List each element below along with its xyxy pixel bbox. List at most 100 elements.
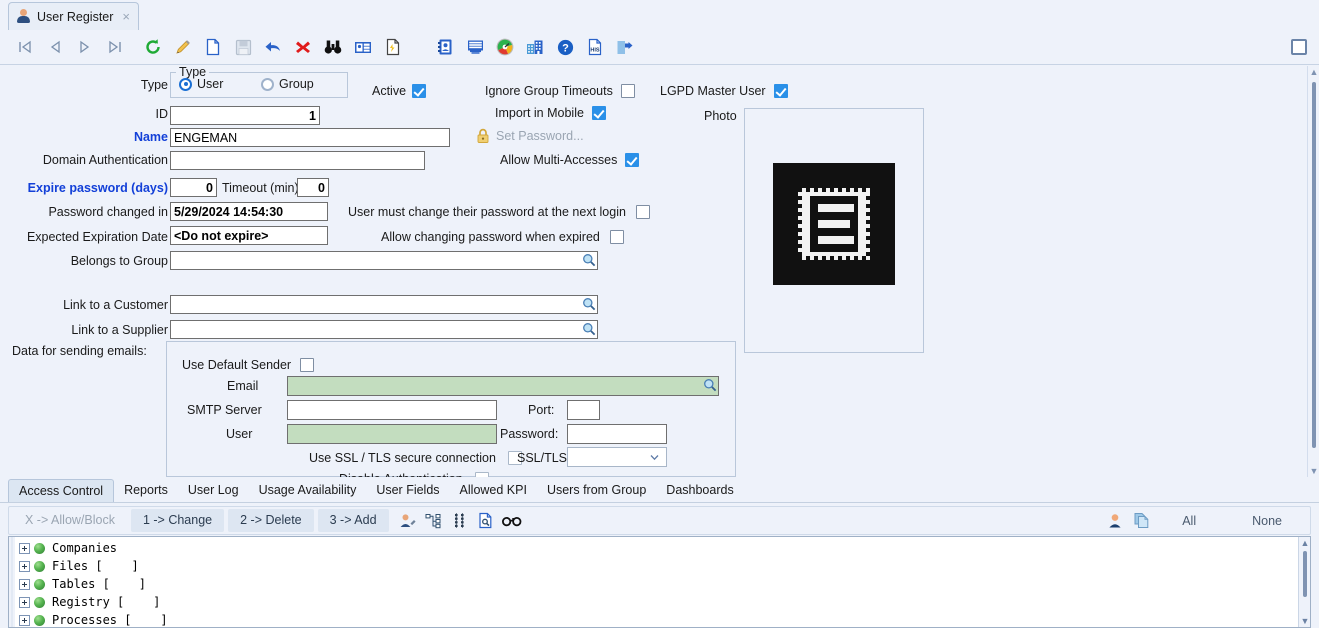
select-none-button[interactable]: None xyxy=(1224,514,1310,528)
link-to-customer-field[interactable] xyxy=(170,295,598,314)
radio-group-indicator[interactable] xyxy=(261,77,274,91)
tab-reports[interactable]: Reports xyxy=(114,479,178,502)
domain-authentication-input[interactable] xyxy=(170,151,425,170)
advanced-search-icon[interactable] xyxy=(348,32,378,62)
undo-icon[interactable] xyxy=(258,32,288,62)
scroll-down-icon[interactable]: ▼ xyxy=(1300,616,1310,626)
document-search-icon[interactable] xyxy=(473,509,499,533)
chevron-down-icon[interactable] xyxy=(650,453,659,462)
tab-user-register[interactable]: User Register × xyxy=(8,2,140,30)
copy-icon[interactable] xyxy=(1128,509,1154,533)
history-icon[interactable]: HIS xyxy=(580,32,610,62)
search-icon[interactable] xyxy=(582,297,596,311)
smtp-server-input[interactable] xyxy=(287,400,497,420)
must-change-password-field[interactable]: User must change their password at the n… xyxy=(348,205,650,219)
find-binoculars-icon[interactable] xyxy=(318,32,348,62)
ignore-group-timeouts-field[interactable]: Ignore Group Timeouts xyxy=(485,84,635,98)
expand-icon[interactable] xyxy=(19,596,30,608)
select-all-button[interactable]: All xyxy=(1154,514,1224,528)
columns-icon[interactable] xyxy=(447,509,473,533)
active-field[interactable]: Active xyxy=(372,84,427,98)
belongs-to-group-field[interactable] xyxy=(170,251,598,270)
gauge-icon[interactable] xyxy=(490,32,520,62)
link-to-supplier-field[interactable] xyxy=(170,320,598,339)
scroll-thumb[interactable] xyxy=(1312,82,1316,448)
tree-scrollbar[interactable]: ▲ ▼ xyxy=(1298,537,1310,627)
active-checkbox[interactable] xyxy=(412,84,427,98)
search-icon[interactable] xyxy=(582,253,596,267)
email-field[interactable] xyxy=(287,376,719,396)
disable-authentication-checkbox[interactable] xyxy=(474,472,489,477)
form-scrollbar[interactable]: ▲ ▼ xyxy=(1307,66,1319,477)
tree-item[interactable]: Processes [ ] xyxy=(9,611,1310,627)
tab-user-fields[interactable]: User Fields xyxy=(366,479,449,502)
expand-icon[interactable] xyxy=(19,542,30,554)
expected-expiration-input[interactable] xyxy=(170,226,328,245)
contacts-icon[interactable] xyxy=(430,32,460,62)
add-button[interactable]: 3 -> Add xyxy=(317,509,389,532)
first-record-icon[interactable] xyxy=(10,32,40,62)
expire-password-input[interactable] xyxy=(170,178,217,197)
password-changed-input[interactable] xyxy=(170,202,328,221)
scroll-down-icon[interactable]: ▼ xyxy=(1309,466,1319,476)
tab-allowed-kpi[interactable]: Allowed KPI xyxy=(450,479,537,502)
report-icon[interactable] xyxy=(378,32,408,62)
refresh-icon[interactable] xyxy=(138,32,168,62)
link-to-customer-input[interactable] xyxy=(170,295,598,314)
new-document-icon[interactable] xyxy=(198,32,228,62)
set-password-button[interactable]: Set Password... xyxy=(476,128,584,144)
disable-auth-field[interactable]: Disable Authentication xyxy=(339,472,489,477)
radio-user-indicator[interactable] xyxy=(179,77,192,91)
allow-multi-accesses-field[interactable]: Allow Multi-Accesses xyxy=(500,153,640,167)
radio-group[interactable]: Group xyxy=(261,77,314,91)
tab-users-from-group[interactable]: Users from Group xyxy=(537,479,656,502)
import-in-mobile-field[interactable]: Import in Mobile xyxy=(495,106,606,120)
change-button[interactable]: 1 -> Change xyxy=(130,509,225,532)
allow-change-expired-checkbox[interactable] xyxy=(609,230,624,244)
exit-icon[interactable] xyxy=(610,32,640,62)
tab-usage-availability[interactable]: Usage Availability xyxy=(249,479,367,502)
scroll-up-icon[interactable]: ▲ xyxy=(1300,538,1310,548)
last-record-icon[interactable] xyxy=(100,32,130,62)
radio-user[interactable]: User xyxy=(179,77,223,91)
close-icon[interactable]: × xyxy=(119,10,130,23)
port-input[interactable] xyxy=(567,400,600,420)
user-input[interactable] xyxy=(287,424,497,444)
user-config-icon[interactable] xyxy=(395,509,421,533)
tree-item[interactable]: Files [ ] xyxy=(9,557,1310,575)
ignore-group-timeouts-checkbox[interactable] xyxy=(620,84,635,98)
previous-record-icon[interactable] xyxy=(40,32,70,62)
use-default-sender-field[interactable]: Use Default Sender xyxy=(182,358,315,372)
allow-multi-accesses-checkbox[interactable] xyxy=(625,153,640,167)
lgpd-master-checkbox[interactable] xyxy=(773,84,788,98)
search-icon[interactable] xyxy=(582,322,596,336)
help-icon[interactable]: ? xyxy=(550,32,580,62)
expand-icon[interactable] xyxy=(19,578,30,590)
password-input[interactable] xyxy=(567,424,667,444)
lgpd-master-field[interactable]: LGPD Master User xyxy=(660,84,788,98)
import-in-mobile-checkbox[interactable] xyxy=(591,106,606,120)
expand-icon[interactable] xyxy=(19,614,30,626)
tree-structure-icon[interactable] xyxy=(421,509,447,533)
link-to-supplier-input[interactable] xyxy=(170,320,598,339)
tab-user-log[interactable]: User Log xyxy=(178,479,249,502)
use-ssl-field[interactable]: Use SSL / TLS secure connection xyxy=(309,451,522,465)
edit-pencil-icon[interactable] xyxy=(168,32,198,62)
next-record-icon[interactable] xyxy=(70,32,100,62)
tab-access-control[interactable]: Access Control xyxy=(8,479,115,502)
company-icon[interactable] xyxy=(520,32,550,62)
list-view-icon[interactable] xyxy=(460,32,490,62)
allow-change-expired-field[interactable]: Allow changing password when expired xyxy=(381,230,624,244)
user-icon[interactable] xyxy=(1102,509,1128,533)
delete-icon[interactable] xyxy=(288,32,318,62)
tree-item[interactable]: Tables [ ] xyxy=(9,575,1310,593)
photo-frame[interactable] xyxy=(744,108,924,353)
belongs-to-group-input[interactable] xyxy=(170,251,598,270)
maximize-box[interactable] xyxy=(1291,39,1307,55)
scroll-thumb[interactable] xyxy=(1303,551,1307,597)
tree-item[interactable]: Registry [ ] xyxy=(9,593,1310,611)
search-icon[interactable] xyxy=(703,378,717,392)
name-input[interactable] xyxy=(170,128,450,147)
timeout-input[interactable] xyxy=(297,178,329,197)
tab-dashboards[interactable]: Dashboards xyxy=(656,479,743,502)
